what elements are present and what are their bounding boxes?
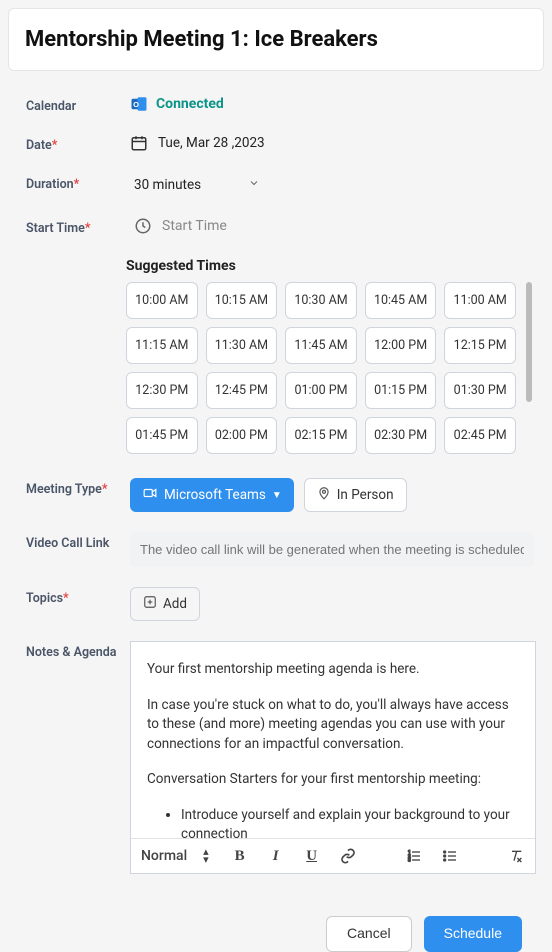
svg-text:3: 3: [408, 857, 411, 863]
bullet-list-button[interactable]: [441, 847, 459, 865]
clear-format-button[interactable]: [507, 847, 525, 865]
time-option[interactable]: 10:00 AM: [126, 282, 198, 319]
time-option[interactable]: 11:30 AM: [206, 327, 278, 364]
row-start-time: Start Time* Start Time: [8, 207, 544, 246]
page-title-card: Mentorship Meeting 1: Ice Breakers: [8, 8, 544, 71]
time-option[interactable]: 12:15 PM: [444, 327, 516, 364]
date-picker[interactable]: Tue, Mar 28 ,2023: [130, 134, 534, 152]
time-option[interactable]: 12:00 PM: [365, 327, 437, 364]
location-pin-icon: [317, 486, 331, 504]
meeting-type-teams[interactable]: Microsoft Teams ▼: [130, 478, 294, 512]
notes-content[interactable]: Your first mentorship meeting agenda is …: [131, 642, 535, 838]
duration-select[interactable]: 30 minutes: [130, 173, 270, 197]
row-duration: Duration* 30 minutes: [8, 163, 544, 207]
label-date: Date*: [26, 134, 126, 153]
time-option[interactable]: 01:45 PM: [126, 417, 198, 454]
time-option[interactable]: 10:45 AM: [365, 282, 437, 319]
time-option[interactable]: 01:15 PM: [365, 372, 437, 409]
meeting-type-in-person[interactable]: In Person: [304, 478, 407, 512]
time-option[interactable]: 11:45 AM: [285, 327, 357, 364]
date-value: Tue, Mar 28 ,2023: [158, 135, 265, 151]
label-calendar: Calendar: [26, 95, 126, 114]
label-notes: Notes & Agenda: [26, 641, 126, 660]
row-video-link: Video Call Link: [8, 522, 544, 577]
time-option[interactable]: 02:45 PM: [444, 417, 516, 454]
schedule-button[interactable]: Schedule: [424, 916, 522, 952]
time-option[interactable]: 10:30 AM: [285, 282, 357, 319]
italic-button[interactable]: I: [267, 847, 285, 865]
time-option[interactable]: 02:15 PM: [285, 417, 357, 454]
time-option[interactable]: 12:30 PM: [126, 372, 198, 409]
svg-text:O: O: [133, 100, 139, 109]
start-time-input[interactable]: Start Time: [130, 217, 534, 235]
suggested-times-label: Suggested Times: [126, 258, 526, 274]
link-button[interactable]: [339, 847, 357, 865]
time-option[interactable]: 01:30 PM: [444, 372, 516, 409]
add-topic-button[interactable]: Add: [130, 587, 200, 621]
cancel-button[interactable]: Cancel: [326, 916, 412, 952]
notes-editor: Your first mentorship meeting agenda is …: [130, 641, 536, 874]
format-select[interactable]: Normal ▴▾: [141, 848, 213, 864]
label-start-time: Start Time*: [26, 217, 126, 236]
label-meeting-type: Meeting Type*: [26, 478, 126, 497]
row-notes: Notes & Agenda Your first mentorship mee…: [8, 631, 544, 884]
chevron-down-icon: [248, 177, 260, 193]
caret-down-icon: ▼: [272, 490, 282, 501]
row-date: Date* Tue, Mar 28 ,2023: [8, 124, 544, 163]
label-topics: Topics*: [26, 587, 126, 606]
label-video-link: Video Call Link: [26, 532, 126, 551]
editor-toolbar: Normal ▴▾ B I U 123: [131, 838, 535, 873]
time-option[interactable]: 12:45 PM: [206, 372, 278, 409]
suggested-times-grid: 10:00 AM10:15 AM10:30 AM10:45 AM11:00 AM…: [126, 282, 526, 454]
video-link-input[interactable]: [130, 532, 534, 567]
calendar-icon: [130, 134, 148, 152]
row-topics: Topics* Add: [8, 577, 544, 631]
page-title: Mentorship Meeting 1: Ice Breakers: [25, 27, 527, 52]
clock-icon: [134, 217, 152, 235]
duration-value: 30 minutes: [134, 177, 201, 193]
time-option[interactable]: 10:15 AM: [206, 282, 278, 319]
time-option[interactable]: 11:15 AM: [126, 327, 198, 364]
time-option[interactable]: 11:00 AM: [444, 282, 516, 319]
row-calendar: Calendar O Connected: [8, 85, 544, 124]
select-caret-icon: ▴▾: [203, 848, 209, 863]
time-option[interactable]: 02:30 PM: [365, 417, 437, 454]
time-option[interactable]: 02:00 PM: [206, 417, 278, 454]
row-meeting-type: Meeting Type* Microsoft Teams ▼ In Perso…: [8, 468, 544, 522]
time-option[interactable]: 01:00 PM: [285, 372, 357, 409]
bold-button[interactable]: B: [231, 847, 249, 865]
label-duration: Duration*: [26, 173, 126, 192]
calendar-status: Connected: [156, 96, 224, 112]
footer-actions: Cancel Schedule: [8, 884, 544, 952]
underline-button[interactable]: U: [303, 847, 321, 865]
video-icon: [142, 486, 158, 504]
plus-icon: [143, 595, 157, 613]
ordered-list-button[interactable]: 123: [405, 847, 423, 865]
start-time-placeholder: Start Time: [162, 218, 227, 234]
scrollbar[interactable]: [526, 282, 532, 402]
outlook-icon: O: [130, 95, 148, 113]
